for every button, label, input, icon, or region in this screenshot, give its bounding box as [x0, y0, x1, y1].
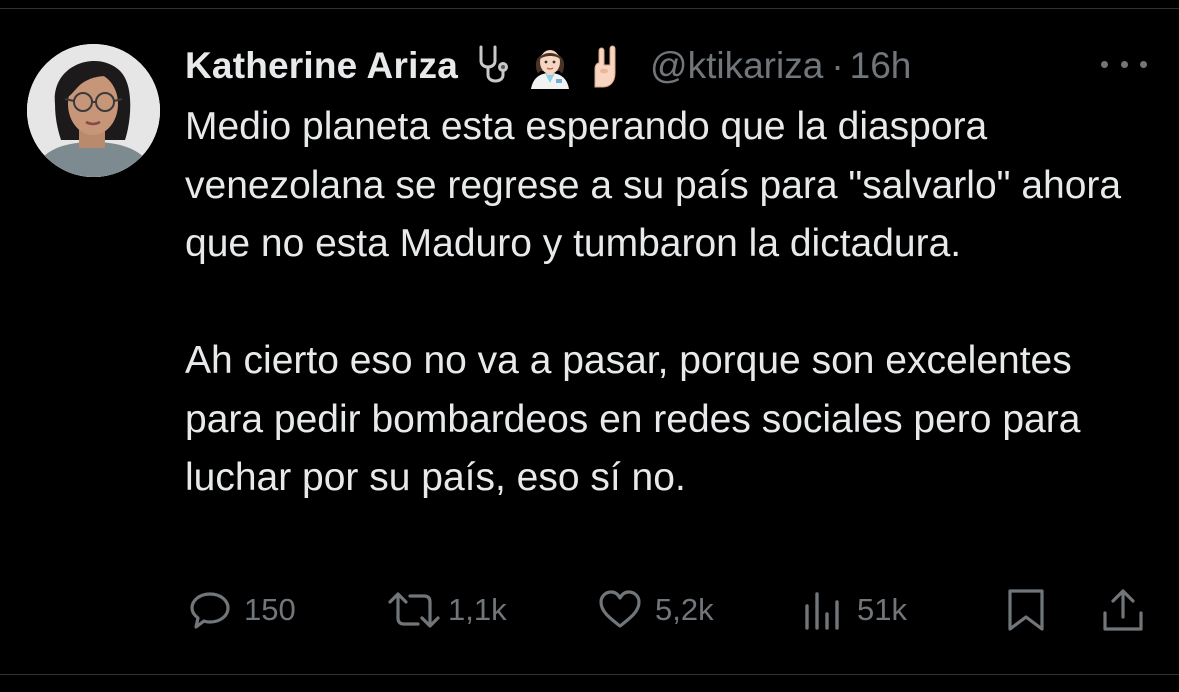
timestamp[interactable]: 16h [850, 45, 912, 87]
reply-icon [188, 588, 232, 632]
tweet-paragraph: Medio planeta esta esperando que la dias… [185, 105, 1122, 265]
share-icon [1100, 587, 1146, 633]
action-bar: 150 1,1k 5,2k 51k [0, 580, 1179, 640]
tweet-paragraph: Ah cierto eso no va a pasar, porque son … [185, 339, 1081, 499]
handle[interactable]: @ktikariza [650, 45, 823, 87]
repost-icon [386, 588, 442, 632]
tweet-text: Medio planeta esta esperando que la dias… [185, 98, 1160, 508]
woman-health-worker-emoji [526, 42, 574, 90]
separator-dot: · [831, 45, 844, 86]
like-button[interactable]: 5,2k [597, 580, 714, 640]
repost-count: 1,1k [448, 592, 507, 627]
repost-button[interactable]: 1,1k [386, 580, 507, 640]
heart-icon [597, 588, 643, 632]
top-divider [0, 0, 1179, 9]
more-dot-icon [1120, 60, 1128, 68]
views-button[interactable]: 51k [801, 580, 907, 640]
tweet-header: Katherine Ariza @ktikariza · 16h [185, 36, 911, 96]
more-dot-icon [1101, 60, 1108, 68]
share-button[interactable] [1100, 580, 1146, 640]
reply-button[interactable]: 150 [188, 580, 296, 640]
more-dot-icon [1140, 60, 1147, 68]
bottom-divider [0, 674, 1179, 675]
more-options-button[interactable] [1101, 52, 1147, 76]
bookmark-icon [1006, 587, 1046, 633]
bookmark-button[interactable] [1006, 580, 1046, 640]
stethoscope-icon [470, 42, 518, 90]
view-count: 51k [857, 592, 907, 627]
sign-of-the-horns-emoji [582, 42, 630, 90]
analytics-icon [801, 588, 845, 632]
reply-count: 150 [244, 592, 296, 627]
avatar[interactable] [27, 44, 160, 177]
display-name[interactable]: Katherine Ariza [185, 45, 458, 87]
like-count: 5,2k [655, 592, 714, 627]
